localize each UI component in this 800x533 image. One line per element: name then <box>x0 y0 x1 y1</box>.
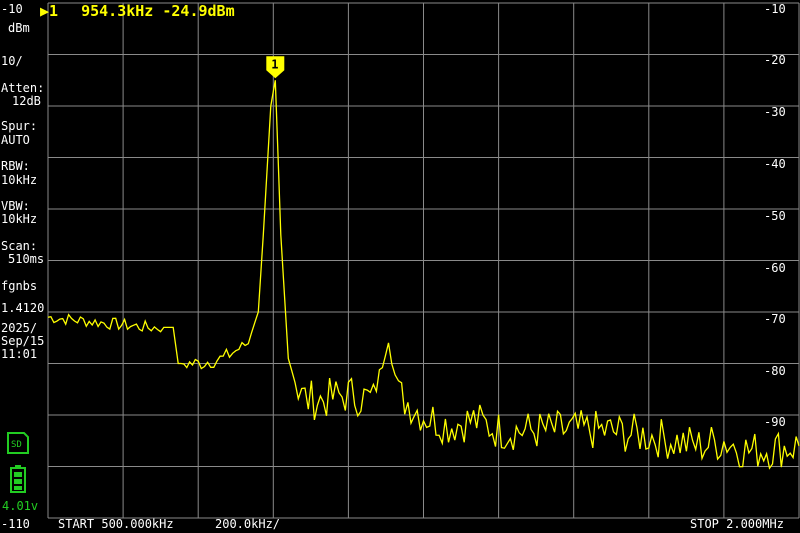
vbw-value[interactable]: 10kHz <box>1 213 37 225</box>
axis-label-right: -30 <box>764 105 786 119</box>
vbw-label[interactable]: VBW: <box>1 200 30 212</box>
axis-label-right: -60 <box>764 261 786 275</box>
atten-label[interactable]: Atten: <box>1 82 44 94</box>
span-per-division[interactable]: 200.0kHz/ <box>215 518 280 530</box>
unit-label: dBm <box>8 21 30 35</box>
date-year: 2025/ <box>1 321 38 335</box>
bottom-level: -110 <box>1 517 30 531</box>
marker-1-badge: 1 <box>266 56 285 79</box>
axis-label-right: -20 <box>764 53 786 67</box>
ref-level: -10 <box>1 2 23 16</box>
start-frequency[interactable]: START 500.000kHz <box>58 518 174 530</box>
time-label: 11:01 <box>1 347 38 361</box>
svg-text:SD: SD <box>11 440 22 450</box>
scan-value[interactable]: 510ms <box>8 253 44 265</box>
marker-badge-label: 1 <box>271 57 278 71</box>
rbw-label[interactable]: RBW: <box>1 160 30 172</box>
marker-readout: ▶1 954.3kHz -24.9dBm <box>40 4 235 19</box>
scale-label[interactable]: 10/ <box>1 55 23 67</box>
marker-frequency: 954.3kHz <box>81 2 154 20</box>
spur-value[interactable]: AUTO <box>1 134 30 146</box>
grid-lines <box>47 2 800 519</box>
axis-label-right: -90 <box>764 415 786 429</box>
atten-value[interactable]: 12dB <box>12 95 41 107</box>
axis-label-right: -50 <box>764 209 786 223</box>
spur-label[interactable]: Spur: <box>1 120 37 132</box>
stop-frequency[interactable]: STOP 2.000MHz <box>690 518 784 530</box>
marker-level: -24.9dBm <box>162 2 235 20</box>
scan-label[interactable]: Scan: <box>1 240 37 252</box>
marker-symbol: ▶1 <box>40 2 59 20</box>
axis-label-right: -40 <box>764 157 786 171</box>
axis-label-right: -80 <box>764 364 786 378</box>
version-label: 1.4120 <box>1 301 45 315</box>
date-day: Sep/15 <box>1 334 45 348</box>
axis-label-right: -70 <box>764 312 786 326</box>
axis-label-right: -10 <box>764 2 786 16</box>
spectrum-plot: 1 <box>47 2 800 519</box>
rbw-value[interactable]: 10kHz <box>1 174 37 186</box>
battery-voltage: 4.01v <box>2 499 39 513</box>
user-label: fgnbs <box>1 279 38 293</box>
